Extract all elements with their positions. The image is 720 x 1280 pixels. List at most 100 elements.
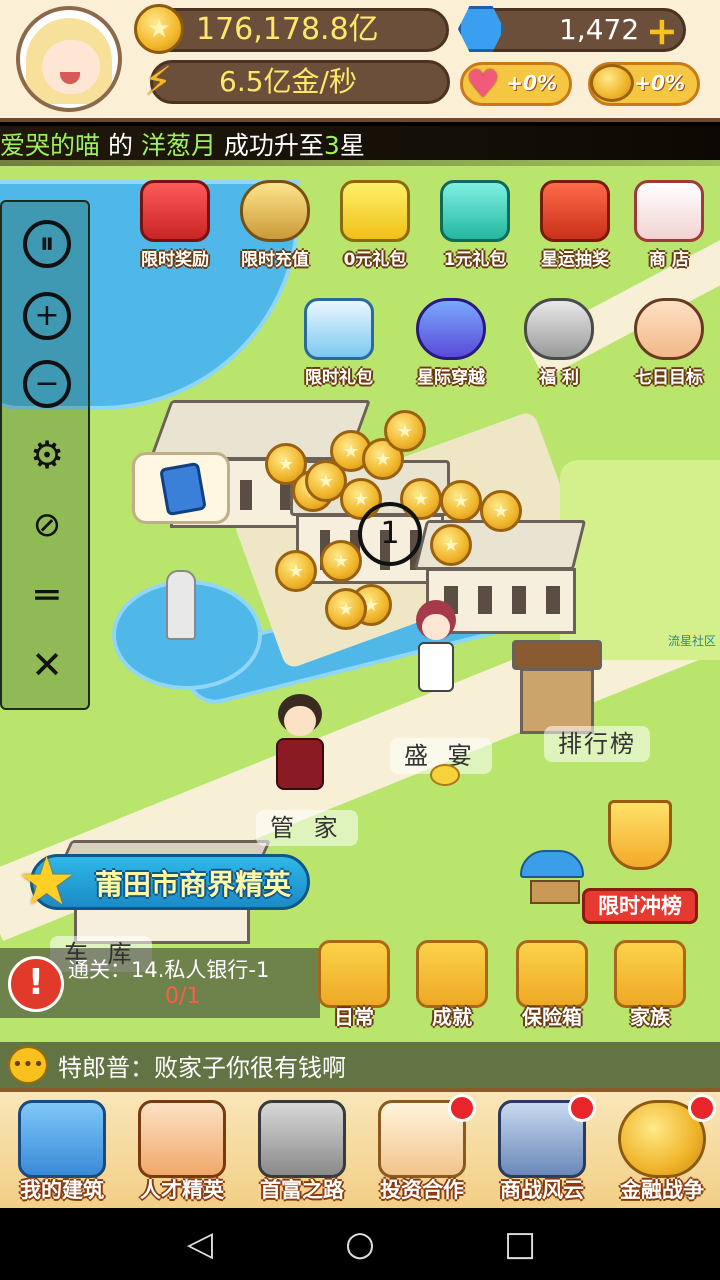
pause-icon[interactable]: ⏸ <box>23 220 71 268</box>
gem-chest-icon <box>340 180 410 242</box>
feature-timed-reward[interactable]: 限时奖励 <box>132 180 218 270</box>
heart-buff-value: +0% <box>506 71 557 95</box>
coin-stack-icon <box>590 64 634 102</box>
treasure-pot-icon <box>524 298 594 360</box>
feature-label: 商 店 <box>649 250 689 270</box>
label-ranking[interactable]: 排行榜 <box>544 726 650 762</box>
nav-label: 金融战争 <box>620 1178 704 1202</box>
nav-investment[interactable]: 投资合作 <box>364 1094 480 1208</box>
statue <box>166 570 196 640</box>
broadcast-unit: 星 <box>339 131 365 160</box>
zoom-out-icon[interactable]: − <box>23 360 71 408</box>
feature-one-yuan-pack[interactable]: 1元礼包 <box>432 180 518 270</box>
marker-count: 1 <box>380 516 400 551</box>
nav-talent[interactable]: 人才精英 <box>124 1100 240 1208</box>
card-icon <box>159 461 207 517</box>
feature-label: 1元礼包 <box>443 250 507 270</box>
ufo-planet-icon <box>416 298 486 360</box>
hourglass-icon <box>240 180 310 242</box>
coin[interactable]: ★ <box>480 490 522 532</box>
safe-button[interactable]: 保险箱 <box>512 940 592 1030</box>
close-icon[interactable]: ✕ <box>20 638 74 692</box>
coin[interactable]: ★ <box>275 550 317 592</box>
top-hud: 176,178.8亿 ★ 6.5亿金/秒 ⚡ 1,472 + +0% ♥ +0% <box>0 0 720 122</box>
quest-panel[interactable]: ! 通关：14.私人银行-1 0/1 <box>0 948 320 1018</box>
nav-finance-war[interactable]: 金融战争 <box>604 1094 720 1208</box>
nav-label: 人才精英 <box>140 1178 224 1202</box>
lottery-box-icon <box>540 180 610 242</box>
duck <box>430 764 460 786</box>
gold-coin-icon: ★ <box>134 4 184 54</box>
income-counter: 6.5亿金/秒 <box>150 60 450 104</box>
nav-label: 首富之路 <box>260 1178 344 1202</box>
nav-richest-road[interactable]: 首富之路 <box>244 1100 360 1208</box>
feature-label: 限时奖励 <box>141 250 209 270</box>
gear-icon[interactable]: ⚙ <box>20 428 74 482</box>
add-gems-plus-icon[interactable]: + <box>646 12 678 50</box>
rank-title: 莆田市商界精英 <box>95 868 292 901</box>
daily-button[interactable]: 日常 <box>314 940 394 1030</box>
rank-title-banner[interactable]: ★ 莆田市商界精英 <box>17 847 310 917</box>
gift-box-icon <box>140 180 210 242</box>
achievement-button[interactable]: 成就 <box>412 940 492 1030</box>
side-label: 保险箱 <box>522 1005 582 1029</box>
coin[interactable]: ★ <box>384 410 426 452</box>
feature-label: 福 利 <box>539 368 579 388</box>
trophy-label: 限时冲榜 <box>582 888 698 924</box>
feature-welfare[interactable]: 福 利 <box>516 298 602 388</box>
recents-icon[interactable]: □ <box>500 1224 540 1264</box>
coin[interactable]: ★ <box>320 540 362 582</box>
family-button[interactable]: 家族 <box>610 940 690 1030</box>
label-butler[interactable]: 管 家 <box>256 810 358 846</box>
medal-icon <box>416 940 488 1008</box>
gold-amount: 176,178.8亿 <box>196 12 379 47</box>
coin[interactable]: ★ <box>325 588 367 630</box>
system-nav-bar: ◁ ○ □ <box>0 1208 720 1280</box>
feature-seven-day[interactable]: 七日目标 <box>626 298 712 388</box>
nav-label: 商战风云 <box>500 1178 584 1202</box>
eye-off-icon[interactable]: ⊘ <box>20 498 74 552</box>
coin[interactable]: ★ <box>440 480 482 522</box>
family-house-icon <box>614 940 686 1008</box>
butler-character[interactable] <box>270 694 330 794</box>
zoom-in-icon[interactable]: + <box>23 292 71 340</box>
road-sign-icon <box>258 1100 346 1178</box>
side-label: 家族 <box>630 1005 670 1029</box>
macro-toolbar: ⏸ + − ⚙ ⊘ ═ ✕ <box>0 200 90 710</box>
notification-badge <box>568 1094 596 1122</box>
feature-interstellar[interactable]: 星际穿越 <box>408 298 494 388</box>
info-card[interactable] <box>132 452 230 524</box>
feature-timed-pack[interactable]: 限时礼包 <box>296 298 382 388</box>
ranking-pavilion[interactable] <box>512 640 602 740</box>
side-label: 日常 <box>334 1005 374 1029</box>
feature-timed-recharge[interactable]: 限时充值 <box>232 180 318 270</box>
chat-message: 特郎普：败家子你很有钱啊 <box>58 1054 346 1082</box>
alert-icon: ! <box>8 956 64 1012</box>
timed-leaderboard-button[interactable]: 限时冲榜 <box>580 800 700 930</box>
player-avatar[interactable] <box>16 6 122 112</box>
buildings-icon <box>18 1100 106 1178</box>
nav-business-war[interactable]: 商战风云 <box>484 1094 600 1208</box>
timed-gift-icon <box>304 298 374 360</box>
chat-bar[interactable]: ••• 特郎普：败家子你很有钱啊 <box>0 1042 720 1088</box>
secretary-character[interactable] <box>410 600 460 700</box>
feature-free-pack[interactable]: 0元礼包 <box>332 180 418 270</box>
gem-amount: 1,472 <box>559 13 640 46</box>
watermark: 流星社区 <box>668 634 717 648</box>
quest-progress: 0/1 <box>165 984 201 1009</box>
feature-lottery[interactable]: 星运抽奖 <box>532 180 618 270</box>
gift-bag-icon <box>440 180 510 242</box>
coin[interactable]: ★ <box>430 524 472 566</box>
drag-handle-icon[interactable]: ═ <box>20 568 74 622</box>
feature-label: 限时礼包 <box>305 368 373 388</box>
crosshair-marker[interactable]: 1 <box>358 502 422 566</box>
back-icon[interactable]: ◁ <box>180 1224 220 1264</box>
broadcast-target: 洋葱月 <box>140 131 216 160</box>
feature-label: 0元礼包 <box>343 250 407 270</box>
feature-shop[interactable]: 商 店 <box>626 180 712 270</box>
side-label: 成就 <box>432 1005 472 1029</box>
broadcast-de: 的 <box>107 131 133 160</box>
home-icon[interactable]: ○ <box>340 1224 380 1264</box>
broadcast-ticker: 爱哭的喵 的 洋葱月 成功升至3星 <box>0 126 720 166</box>
nav-my-buildings[interactable]: 我的建筑 <box>4 1100 120 1208</box>
